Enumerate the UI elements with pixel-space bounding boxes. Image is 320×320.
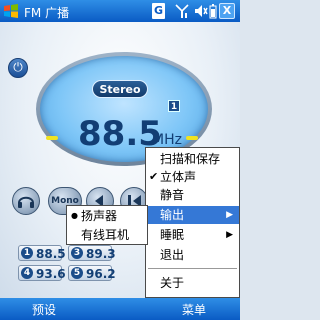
output-submenu: ● 扬声器 有线耳机 — [66, 205, 148, 245]
menu-item-label: 睡眠 — [160, 228, 185, 242]
headphone-icon — [18, 196, 34, 208]
menu-item-label: 输出 — [160, 208, 185, 222]
preset-frequency: 93.6 — [36, 267, 66, 281]
preset-frequency: 88.5 — [36, 247, 66, 261]
preset-number: 3 — [71, 247, 83, 259]
submenu-item-speaker[interactable]: ● 扬声器 — [67, 207, 147, 225]
submenu-arrow-icon: ▶ — [226, 210, 233, 220]
menu-item-output[interactable]: 输出 ▶ — [146, 206, 239, 224]
title-bar: FM 广播 G X — [0, 0, 240, 22]
selected-dot-icon: ● — [71, 211, 78, 220]
menu-item-label: 退出 — [160, 248, 185, 262]
headphone-button[interactable] — [12, 187, 40, 215]
g-indicator[interactable]: G — [152, 3, 165, 19]
preset-button[interactable]: 5 96.2 — [68, 265, 116, 281]
context-menu: 扫描和保存 ✔ 立体声 静音 输出 ▶ 睡眠 ▶ 退出 关于 — [145, 147, 240, 298]
softkey-menu[interactable]: 菜单 — [182, 301, 206, 318]
menu-item-mute[interactable]: 静音 — [146, 186, 239, 204]
menu-item-scan-save[interactable]: 扫描和保存 — [146, 150, 239, 168]
preset-frequency: 96.2 — [86, 267, 116, 281]
frequency-unit: MHz — [152, 132, 182, 148]
softkey-bar: 预设 菜单 — [0, 298, 240, 320]
preset-frequency: 89.3 — [86, 247, 116, 261]
preset-button[interactable]: 3 89.3 — [68, 245, 116, 261]
menu-item-label: 扫描和保存 — [160, 152, 221, 166]
speaker-icon[interactable] — [194, 3, 208, 19]
submenu-item-wired-headphones[interactable]: 有线耳机 — [67, 226, 147, 244]
menu-item-exit[interactable]: 退出 — [146, 246, 239, 264]
preset-number: 5 — [71, 267, 83, 279]
menu-item-about[interactable]: 关于 — [146, 274, 239, 292]
window-title: FM 广播 — [24, 6, 70, 20]
close-button[interactable]: X — [219, 3, 235, 19]
preset-number: 1 — [21, 247, 33, 259]
power-icon: ⏻ — [13, 60, 23, 74]
menu-item-label: 静音 — [160, 188, 185, 202]
battery-icon[interactable] — [209, 3, 217, 19]
submenu-item-label: 扬声器 — [81, 209, 118, 223]
preset-number: 4 — [21, 267, 33, 279]
menu-item-stereo[interactable]: ✔ 立体声 — [146, 168, 239, 186]
submenu-arrow-icon: ▶ — [226, 230, 233, 240]
check-icon: ✔ — [149, 170, 159, 183]
preset-button[interactable]: 1 88.5 — [18, 245, 66, 261]
menu-separator — [148, 268, 237, 269]
menu-item-sleep[interactable]: 睡眠 ▶ — [146, 226, 239, 244]
stereo-indicator[interactable]: Stereo — [92, 80, 148, 98]
power-button[interactable]: ⏻ — [8, 58, 28, 78]
softkey-presets[interactable]: 预设 — [32, 301, 56, 318]
windows-logo[interactable] — [3, 3, 19, 19]
tune-down-indicator[interactable] — [46, 136, 58, 140]
preset-button[interactable]: 4 93.6 — [18, 265, 66, 281]
signal-icon[interactable] — [175, 3, 189, 19]
preset-badge: 1 — [168, 100, 180, 112]
submenu-item-label: 有线耳机 — [81, 228, 130, 242]
tune-up-indicator[interactable] — [186, 136, 198, 140]
menu-item-label: 立体声 — [160, 170, 197, 184]
menu-item-label: 关于 — [160, 276, 185, 290]
